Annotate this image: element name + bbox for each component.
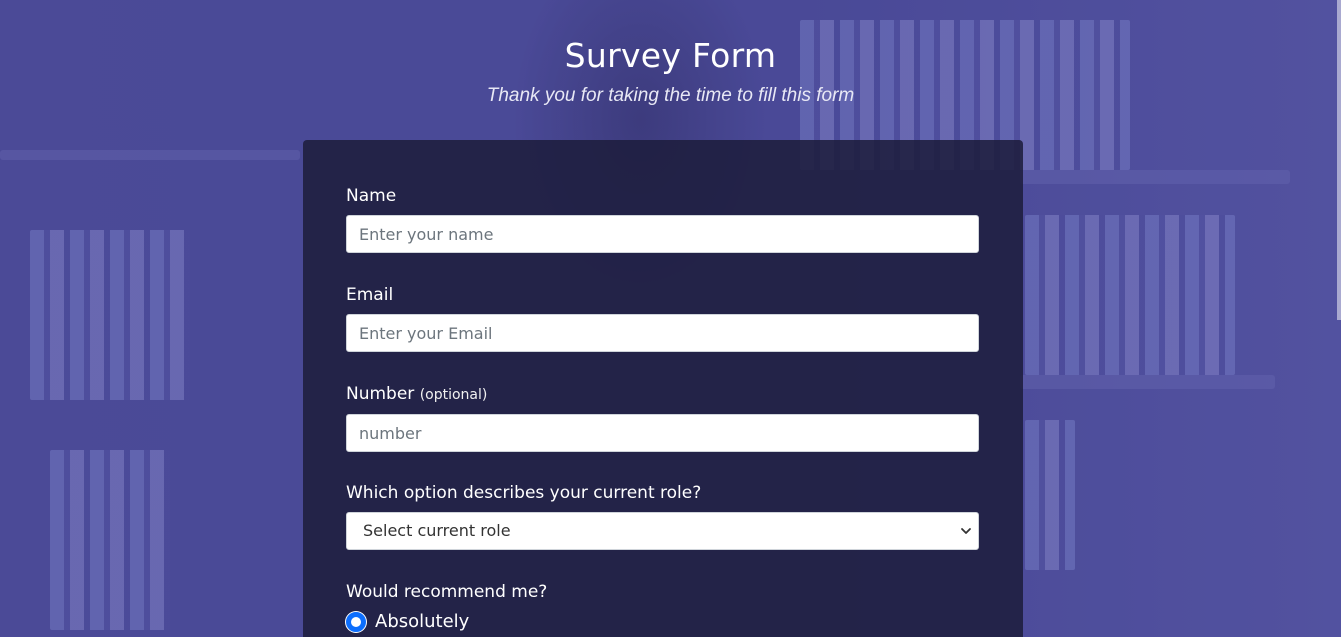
- scrollbar[interactable]: [1337, 0, 1341, 320]
- role-field-group: Which option describes your current role…: [346, 482, 979, 550]
- header: Survey Form Thank you for taking the tim…: [0, 36, 1341, 107]
- role-label: Which option describes your current role…: [346, 483, 702, 503]
- optional-note: (optional): [419, 387, 488, 403]
- radio-option-label: Absolutely: [375, 611, 470, 632]
- number-label-text: Number: [346, 384, 415, 404]
- page-title: Survey Form: [564, 36, 777, 75]
- name-input[interactable]: [346, 215, 979, 253]
- number-label: Number (optional): [346, 383, 979, 406]
- name-label: Name: [346, 186, 397, 206]
- chevron-down-icon: [961, 528, 971, 534]
- number-input[interactable]: [346, 414, 979, 452]
- role-select[interactable]: Select current role: [346, 512, 979, 550]
- radio-button[interactable]: [346, 612, 366, 632]
- page: Survey Form Thank you for taking the tim…: [0, 0, 1341, 637]
- survey-form: Name Email Number (optional) Which optio…: [303, 140, 1023, 637]
- recommend-field-group: Would recommend me? Absolutely: [346, 581, 979, 633]
- email-field-group: Email: [346, 284, 979, 352]
- number-field-group: Number (optional): [346, 383, 979, 452]
- role-select-value: Select current role: [363, 521, 511, 540]
- recommend-label: Would recommend me?: [346, 582, 548, 602]
- name-field-group: Name: [346, 185, 979, 253]
- page-description: Thank you for taking the time to fill th…: [486, 85, 855, 106]
- email-input[interactable]: [346, 314, 979, 352]
- radio-option-absolutely[interactable]: Absolutely: [346, 611, 979, 633]
- email-label: Email: [346, 285, 394, 305]
